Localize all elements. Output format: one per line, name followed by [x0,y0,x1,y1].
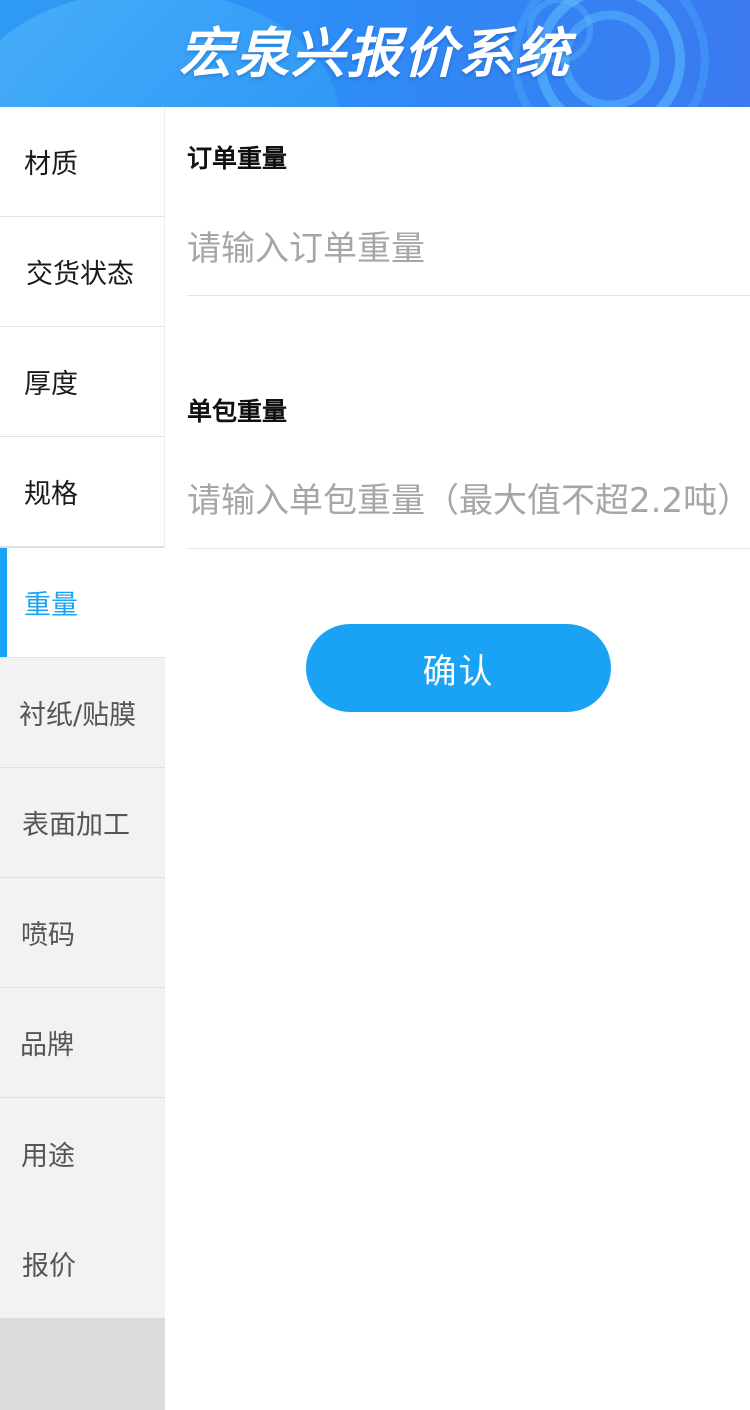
active-indicator-bar [0,548,7,657]
sidebar-item-surface-treatment[interactable]: 表面加工 [0,768,165,878]
sidebar-item-brand[interactable]: 品牌 [0,988,165,1098]
sidebar-item-label: 喷码 [21,920,75,951]
sidebar-item-inkjet-code[interactable]: 喷码 [0,878,165,988]
sidebar-item-specification[interactable]: 规格 [0,437,165,547]
sidebar-item-weight[interactable]: 重量 [0,548,165,658]
app-title: 宏泉兴报价系统 [179,22,571,85]
order-weight-label: 订单重量 [187,144,288,173]
confirm-button-label: 确认 [422,651,495,692]
header-banner: 宏泉兴报价系统 [0,0,750,107]
sidebar-item-label: 重量 [24,590,78,621]
sidebar-item-material[interactable]: 材质 [0,107,165,217]
sidebar-item-label: 用途 [21,1140,75,1172]
sidebar-item-label: 厚度 [24,369,78,400]
confirm-button[interactable]: 确认 [306,624,611,712]
package-weight-divider [187,548,750,549]
step-sidebar: 材质 交货状态 厚度 规格 重量 衬纸/贴膜 表面加工 喷码 品牌 用途 报价 [0,107,165,1410]
sidebar-item-label: 表面加工 [22,810,130,841]
sidebar-item-label: 材质 [24,149,78,180]
sidebar-item-label: 衬纸/贴膜 [19,700,137,731]
sidebar-item-usage[interactable]: 用途 [0,1098,165,1208]
order-weight-input[interactable] [187,224,750,274]
sidebar-item-backing-film[interactable]: 衬纸/贴膜 [0,658,165,768]
sidebar-item-quote[interactable]: 报价 [0,1208,165,1318]
sidebar-item-label: 规格 [24,479,78,510]
sidebar-item-thickness[interactable]: 厚度 [0,327,165,437]
sidebar-item-label: 品牌 [20,1030,74,1061]
package-weight-input[interactable] [187,476,750,526]
sidebar-item-label: 交货状态 [26,259,134,290]
order-weight-divider [187,295,750,296]
sidebar-item-label: 报价 [22,1250,76,1282]
package-weight-label: 单包重量 [187,397,288,426]
sidebar-item-delivery-state[interactable]: 交货状态 [0,217,165,327]
